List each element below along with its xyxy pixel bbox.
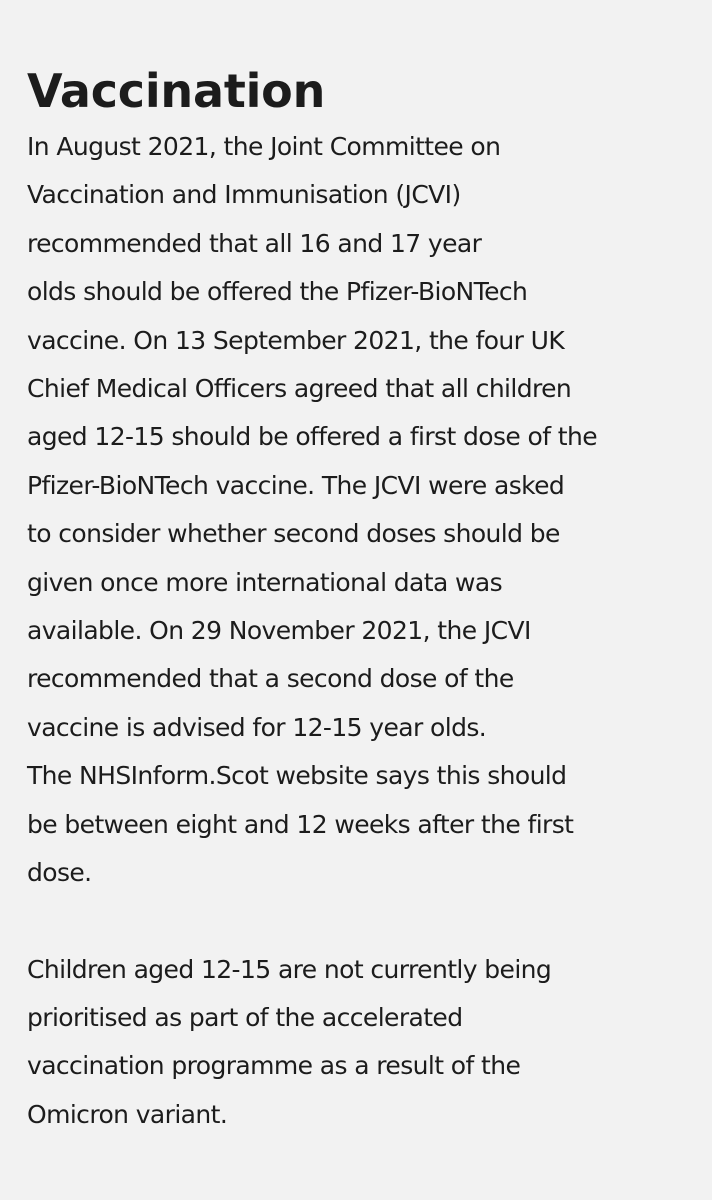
text-line: prioritised as part of the accelerated	[27, 1002, 463, 1032]
text-line: vaccine. On 13 September 2021, the four …	[27, 325, 565, 355]
text-line: Children aged 12-15 are not currently be…	[27, 954, 552, 984]
text-line: to consider whether second doses should …	[27, 519, 560, 549]
text-line: Omicron variant.	[27, 1099, 228, 1129]
text-line: Pfizer-BioNTech vaccine. The JCVI were a…	[27, 470, 565, 500]
text-line: available. On 29 November 2021, the JCVI	[27, 616, 531, 646]
text-line: be between eight and 12 weeks after the …	[27, 809, 574, 839]
text-line: olds should be offered the Pfizer-BioNTe…	[27, 277, 528, 307]
text-line: vaccine is advised for 12-15 year olds.	[27, 712, 487, 742]
text-line: In August 2021, the Joint Committee on	[27, 132, 501, 161]
text-line: recommended that a second dose of the	[27, 664, 514, 694]
text-line: dose.	[27, 858, 92, 888]
article-paragraph: In August 2021, the Joint Committee on V…	[27, 123, 685, 898]
text-line: vaccination programme as a result of the	[27, 1051, 521, 1081]
text-line: The NHSInform.Scot website says this sho…	[27, 761, 567, 791]
page-title: Vaccination	[27, 64, 326, 118]
text-line: aged 12-15 should be offered a first dos…	[27, 422, 598, 452]
text-line: Vaccination and Immunisation (JCVI)	[27, 180, 461, 210]
article-paragraph: Children aged 12-15 are not currently be…	[27, 946, 685, 1140]
text-line: Chief Medical Officers agreed that all c…	[27, 374, 572, 404]
article: Vaccination In August 2021, the Joint Co…	[0, 0, 712, 1200]
text-line: recommended that all 16 and 17 year	[27, 228, 482, 258]
text-line: given once more international data was	[27, 567, 503, 597]
